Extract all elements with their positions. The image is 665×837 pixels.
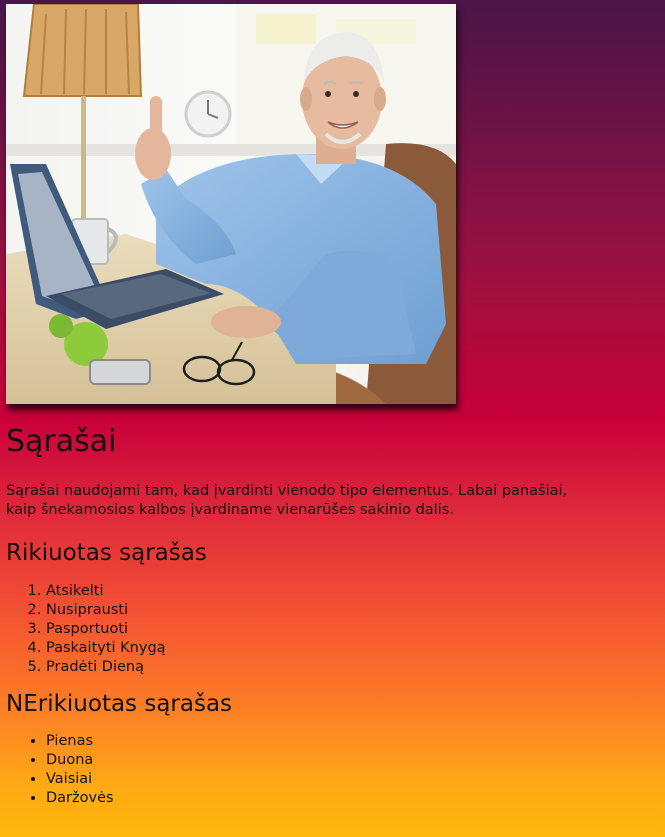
list-item: Pienas [46,732,659,751]
list-item: Vaisiai [46,770,659,789]
list-item: Pradėti Dieną [46,658,659,677]
hero-photo [6,4,456,404]
list-item: Daržovės [46,789,659,808]
unordered-list-heading: NErikiuotas sąrašas [6,690,233,717]
unordered-list: Pienas Duona Vaisiai Daržovės [6,732,659,808]
list-item: Nusiprausti [46,601,659,620]
ordered-list: Atsikelti Nusiprausti Pasportuoti Paskai… [6,582,659,677]
list-item: Atsikelti [46,582,659,601]
page-title: Sąrašai [6,424,117,459]
list-item: Duona [46,751,659,770]
intro-paragraph: Sąrašai naudojami tam, kad įvardinti vie… [6,483,568,518]
list-item: Paskaityti Knygą [46,639,659,658]
ordered-list-heading: Rikiuotas sąrašas [6,540,207,566]
page: Sąrašai Sąrašai naudojami tam, kad įvard… [0,0,665,808]
list-item: Pasportuoti [46,620,659,639]
